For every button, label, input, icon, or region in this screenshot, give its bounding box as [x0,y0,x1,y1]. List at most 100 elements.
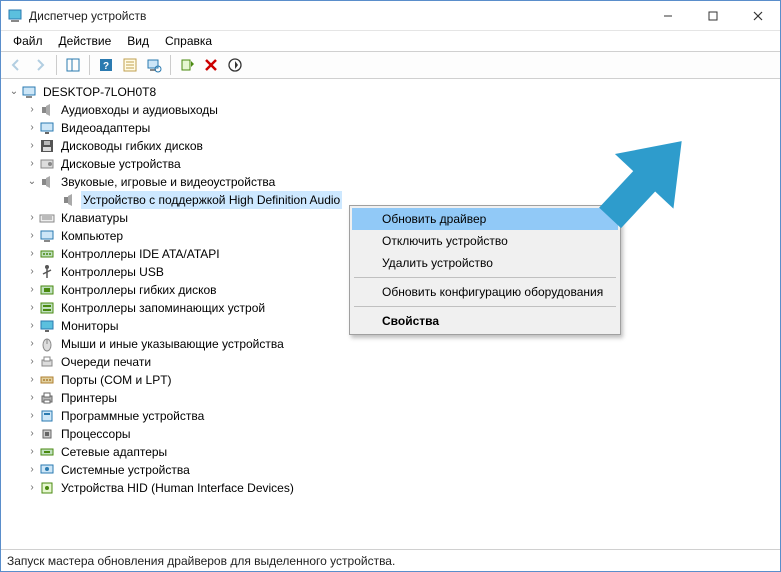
tree-category-node[interactable]: ›Мыши и иные указывающие устройства [3,335,778,353]
chevron-down-icon[interactable]: ⌄ [25,173,39,191]
close-button[interactable] [735,1,780,30]
speaker-icon [61,192,77,208]
context-menu-separator [354,277,616,278]
tree-category-label: Видеоадаптеры [59,119,152,137]
tree-category-node[interactable]: › Сетевые адаптеры [3,443,778,461]
toolbar-update-driver-button[interactable] [176,54,198,76]
context-menu-item[interactable]: Свойства [352,310,618,332]
chevron-right-icon[interactable]: › [25,155,39,173]
mouse-icon [39,336,55,352]
tree-category-node[interactable]: › Дисковые устройства [3,155,778,173]
toolbar-properties-button[interactable] [119,54,141,76]
menu-file[interactable]: Файл [5,32,51,50]
maximize-button[interactable] [690,1,735,30]
monitor-icon [39,120,55,136]
display-icon [39,318,55,334]
device-manager-window: Диспетчер устройств Файл Действие Вид Сп… [0,0,781,572]
menu-action[interactable]: Действие [51,32,120,50]
context-menu-separator [354,306,616,307]
tree-device-label: Устройство с поддержкой High Definition … [81,191,342,209]
computer-icon [39,228,55,244]
statusbar-text: Запуск мастера обновления драйверов для … [7,554,395,568]
chevron-right-icon[interactable]: › [25,407,39,425]
device-manager-app-icon [7,8,23,24]
chevron-right-icon[interactable]: › [25,479,39,497]
chevron-right-icon[interactable]: › [25,137,39,155]
tree-category-node[interactable]: › Системные устройства [3,461,778,479]
chevron-right-icon[interactable]: › [25,461,39,479]
chevron-right-icon[interactable]: › [25,227,39,245]
toolbar-disable-device-button[interactable] [224,54,246,76]
speaker-icon [39,174,55,190]
chevron-right-icon[interactable]: › [25,101,39,119]
tree-category-label: Компьютер [59,227,125,245]
menubar: Файл Действие Вид Справка [1,31,780,51]
context-menu-item[interactable]: Обновить конфигурацию оборудования [352,281,618,303]
ide-icon [39,246,55,262]
chevron-right-icon[interactable]: › [25,335,39,353]
chevron-right-icon[interactable]: › [25,263,39,281]
tree-category-label: Сетевые адаптеры [59,443,169,461]
keyboard-icon [39,210,55,226]
chevron-right-icon[interactable]: › [25,209,39,227]
tree-category-node[interactable]: › Программные устройства [3,407,778,425]
disk-icon [39,156,55,172]
chevron-right-icon[interactable]: › [25,245,39,263]
toolbar-separator [56,55,57,75]
chevron-right-icon[interactable]: › [25,443,39,461]
speaker-icon [39,102,55,118]
computer-icon [21,84,37,100]
device-tree-container[interactable]: ⌄ DESKTOP-7LOH0T8›Аудиовходы и аудиовыход… [1,79,780,545]
tree-category-node[interactable]: › Видеоадаптеры [3,119,778,137]
tree-category-node[interactable]: › Принтеры [3,389,778,407]
chevron-right-icon[interactable]: › [25,353,39,371]
toolbar-forward-button[interactable] [29,54,51,76]
chevron-right-icon[interactable]: › [25,425,39,443]
chevron-right-icon[interactable]: › [25,119,39,137]
tree-category-label: Принтеры [59,389,119,407]
usb-icon [39,264,55,280]
context-menu-item[interactable]: Обновить драйвер [352,208,618,230]
toolbar-uninstall-device-button[interactable] [200,54,222,76]
tree-category-node[interactable]: ⌄Звуковые, игровые и видеоустройства [3,173,778,191]
context-menu: Обновить драйверОтключить устройствоУдал… [349,205,621,335]
tree-category-label: Мониторы [59,317,120,335]
tree-category-label: Клавиатуры [59,209,130,227]
tree-category-label: Устройства HID (Human Interface Devices) [59,479,296,497]
toolbar-scan-hardware-button[interactable] [143,54,165,76]
menu-view[interactable]: Вид [119,32,157,50]
tree-category-node[interactable]: ›Процессоры [3,425,778,443]
toolbar-show-hide-console-tree-button[interactable] [62,54,84,76]
chevron-right-icon[interactable]: › [25,299,39,317]
port-icon [39,372,55,388]
tree-category-node[interactable]: ›Порты (COM и LPT) [3,371,778,389]
tree-category-node[interactable]: › Устройства HID (Human Interface Devices… [3,479,778,497]
printqueue-icon [39,354,55,370]
chevron-right-icon[interactable]: › [25,317,39,335]
chevron-right-icon[interactable]: › [25,281,39,299]
chevron-right-icon[interactable]: › [25,371,39,389]
tree-root-node[interactable]: ⌄ DESKTOP-7LOH0T8 [3,83,778,101]
menu-help[interactable]: Справка [157,32,220,50]
hid-icon [39,480,55,496]
toolbar-separator [170,55,171,75]
storage-icon [39,300,55,316]
minimize-button[interactable] [645,1,690,30]
tree-category-label: Системные устройства [59,461,192,479]
chevron-right-icon[interactable]: › [25,389,39,407]
toolbar-back-button[interactable] [5,54,27,76]
cpu-icon [39,426,55,442]
toolbar-help-button[interactable]: ? [95,54,117,76]
toolbar: ? [1,51,780,79]
context-menu-item[interactable]: Отключить устройство [352,230,618,252]
tree-category-label: Программные устройства [59,407,206,425]
chevron-down-icon[interactable]: ⌄ [7,83,21,101]
tree-category-label: Дисковые устройства [59,155,183,173]
tree-category-node[interactable]: ›Очереди печати [3,353,778,371]
tree-category-node[interactable]: ›Дисководы гибких дисков [3,137,778,155]
floppy-icon [39,138,55,154]
tree-category-node[interactable]: ›Аудиовходы и аудиовыходы [3,101,778,119]
tree-root-label: DESKTOP-7LOH0T8 [41,83,158,101]
window-title: Диспетчер устройств [29,9,645,23]
context-menu-item[interactable]: Удалить устройство [352,252,618,274]
